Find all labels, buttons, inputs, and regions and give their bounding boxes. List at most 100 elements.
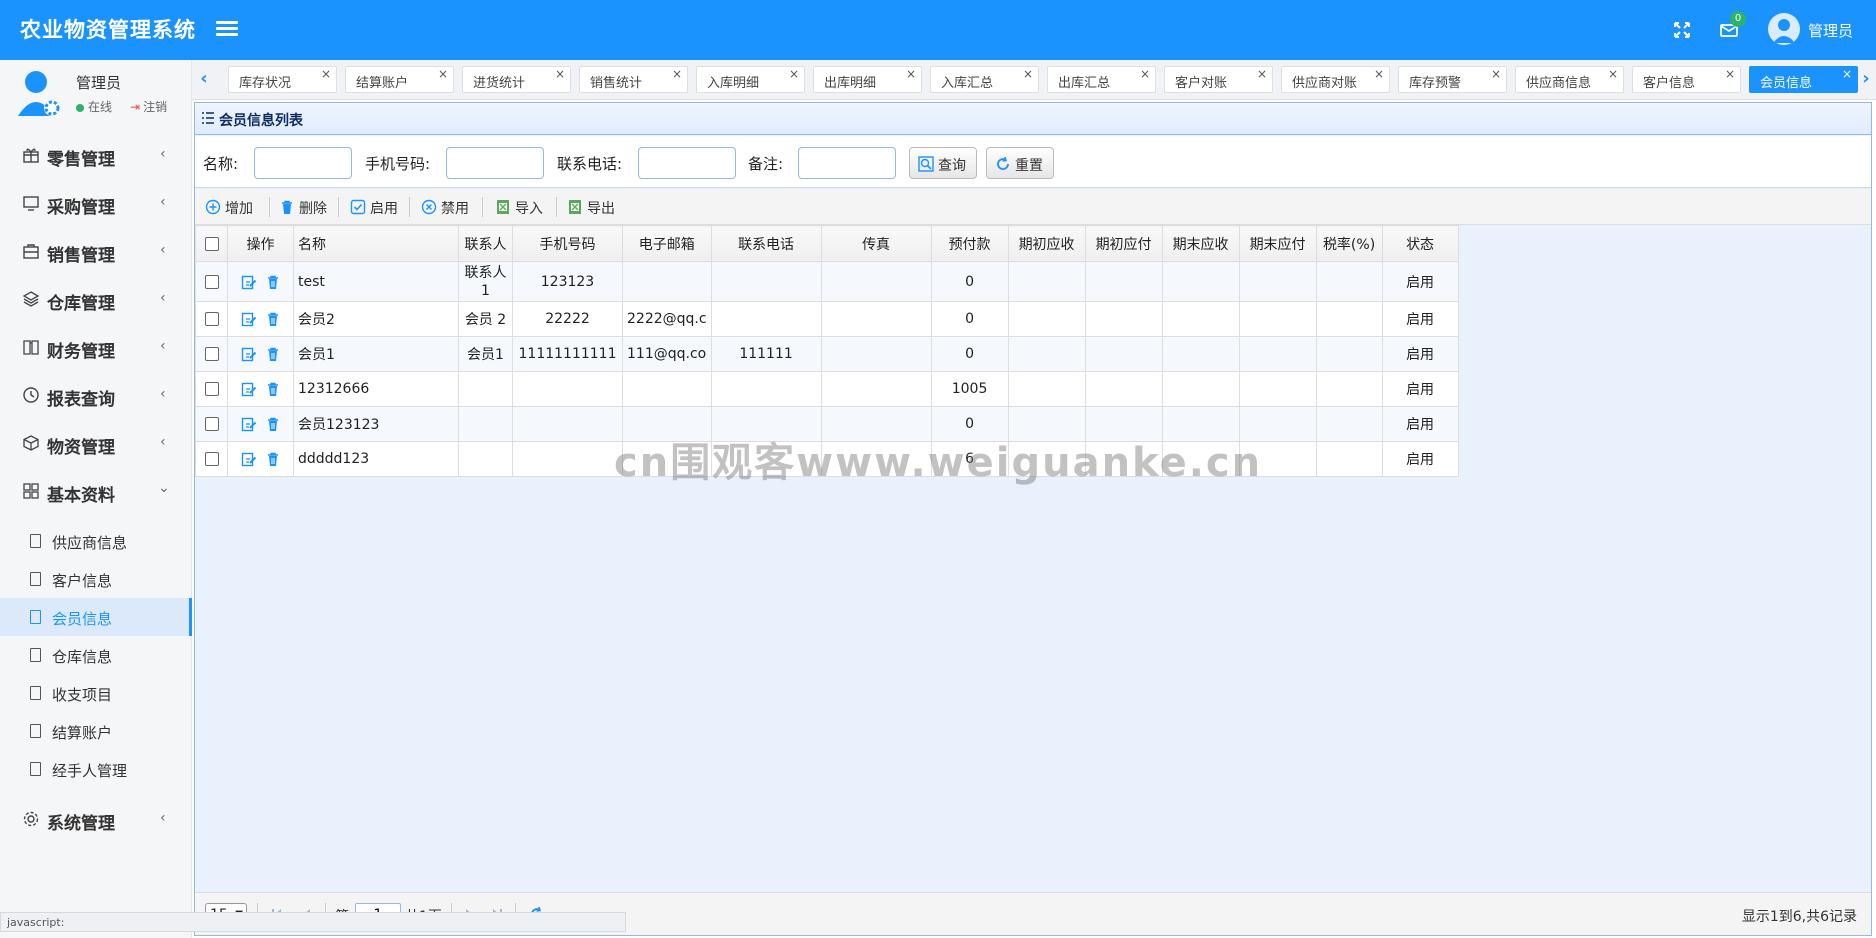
row-select-cell[interactable] bbox=[195, 406, 228, 442]
close-icon[interactable]: × bbox=[906, 67, 916, 81]
trash-icon[interactable] bbox=[265, 346, 281, 362]
tab-inbound-summary[interactable]: 入库汇总 × bbox=[930, 66, 1039, 93]
export-button[interactable]: 导出 bbox=[567, 195, 627, 219]
sidebar-item-warehouse-info[interactable]: 仓库信息 bbox=[0, 636, 192, 674]
header-avatar[interactable] bbox=[1768, 13, 1800, 45]
row-checkbox[interactable] bbox=[204, 274, 219, 289]
nav-warehouse[interactable]: 仓库管理 ‹ bbox=[0, 276, 192, 324]
trash-icon[interactable] bbox=[265, 451, 281, 467]
tab-inbound-detail[interactable]: 入库明细 × bbox=[696, 66, 805, 93]
trash-icon[interactable] bbox=[265, 381, 281, 397]
note-input[interactable] bbox=[798, 147, 896, 179]
nav-system[interactable]: 系统管理 ‹ bbox=[0, 796, 192, 844]
select-all-cell[interactable] bbox=[195, 225, 228, 262]
table-row[interactable]: 会员123123 0 启用 bbox=[195, 406, 1459, 442]
nav-finance[interactable]: 财务管理 ‹ bbox=[0, 324, 192, 372]
edit-icon[interactable] bbox=[241, 274, 257, 290]
trash-icon[interactable] bbox=[265, 311, 281, 327]
cell-begin-receivable bbox=[1007, 301, 1086, 337]
trash-icon[interactable] bbox=[265, 274, 281, 290]
row-checkbox[interactable] bbox=[204, 417, 219, 431]
tab-customer-reconcile[interactable]: 客户对账 × bbox=[1164, 66, 1273, 93]
gear-icon bbox=[23, 811, 39, 827]
close-icon[interactable]: × bbox=[1257, 67, 1267, 81]
delete-button[interactable]: 删除 bbox=[279, 195, 339, 219]
import-button[interactable]: 导入 bbox=[495, 195, 555, 219]
tab-stock-alert[interactable]: 库存预警 × bbox=[1398, 66, 1507, 93]
nav-reports[interactable]: 报表查询 ‹ bbox=[0, 372, 192, 420]
row-checkbox[interactable] bbox=[204, 347, 219, 361]
add-button[interactable]: 增加 bbox=[205, 195, 265, 219]
cell-begin-payable bbox=[1084, 336, 1163, 372]
select-all-checkbox[interactable] bbox=[204, 236, 219, 251]
edit-icon[interactable] bbox=[241, 346, 257, 362]
edit-icon[interactable] bbox=[241, 311, 257, 327]
sidebar-item-supplier[interactable]: 供应商信息 bbox=[0, 522, 192, 560]
table-row[interactable]: 12312666 1005 启用 bbox=[195, 371, 1459, 407]
nav-sales[interactable]: 销售管理 ‹ bbox=[0, 228, 192, 276]
row-select-cell[interactable] bbox=[195, 441, 228, 477]
row-select-cell[interactable] bbox=[195, 261, 228, 302]
nav-basic-data[interactable]: 基本资料 ⌄ bbox=[0, 468, 192, 516]
reset-button[interactable]: 重置 bbox=[986, 147, 1054, 179]
tab-sales-stats[interactable]: 销售统计 × bbox=[579, 66, 688, 93]
tab-scroll-left-icon[interactable]: ‹ bbox=[194, 68, 214, 92]
close-icon[interactable]: × bbox=[1842, 67, 1852, 81]
close-icon[interactable]: × bbox=[438, 67, 448, 81]
tab-purchase-stats[interactable]: 进货统计 × bbox=[462, 66, 571, 93]
close-icon[interactable]: × bbox=[1725, 67, 1735, 81]
row-select-cell[interactable] bbox=[195, 301, 228, 337]
edit-icon[interactable] bbox=[241, 416, 257, 432]
tab-scroll-right-icon[interactable]: › bbox=[1856, 68, 1876, 92]
row-checkbox[interactable] bbox=[204, 312, 219, 326]
close-icon[interactable]: × bbox=[672, 67, 682, 81]
close-icon[interactable]: × bbox=[1140, 67, 1150, 81]
close-icon[interactable]: × bbox=[555, 67, 565, 81]
logout-link[interactable]: ⇥ 注销 bbox=[130, 98, 167, 115]
close-icon[interactable]: × bbox=[1491, 67, 1501, 81]
tab-inventory-status[interactable]: 库存状况 × bbox=[228, 66, 337, 93]
nav-materials[interactable]: 物资管理 ‹ bbox=[0, 420, 192, 468]
header-username[interactable]: 管理员 bbox=[1808, 20, 1853, 41]
edit-icon[interactable] bbox=[241, 381, 257, 397]
mobile-input[interactable] bbox=[446, 147, 544, 179]
sidebar-item-handler[interactable]: 经手人管理 bbox=[0, 750, 192, 788]
disable-button[interactable]: 禁用 bbox=[421, 195, 481, 219]
edit-icon[interactable] bbox=[241, 451, 257, 467]
tab-settlement-account[interactable]: 结算账户 × bbox=[345, 66, 454, 93]
row-select-cell[interactable] bbox=[195, 336, 228, 372]
close-icon[interactable]: × bbox=[321, 67, 331, 81]
close-icon[interactable]: × bbox=[1374, 67, 1384, 81]
trash-icon[interactable] bbox=[265, 416, 281, 432]
phone-input[interactable] bbox=[638, 147, 736, 179]
delete-label: 删除 bbox=[299, 201, 327, 217]
tab-outbound-summary[interactable]: 出库汇总 × bbox=[1047, 66, 1156, 93]
tab-supplier-info[interactable]: 供应商信息 × bbox=[1515, 66, 1624, 93]
row-checkbox[interactable] bbox=[204, 382, 219, 396]
close-icon[interactable]: × bbox=[789, 67, 799, 81]
fullscreen-icon[interactable] bbox=[1670, 18, 1694, 42]
sidebar-item-member[interactable]: 会员信息 bbox=[0, 598, 192, 636]
close-icon[interactable]: × bbox=[1608, 67, 1618, 81]
enable-button[interactable]: 启用 bbox=[350, 195, 410, 219]
tab-member-info[interactable]: 会员信息 × bbox=[1749, 66, 1858, 93]
close-icon[interactable]: × bbox=[1023, 67, 1033, 81]
nav-purchase[interactable]: 采购管理 ‹ bbox=[0, 180, 192, 228]
query-button[interactable]: 查询 bbox=[909, 147, 977, 179]
table-row[interactable]: 会员1 会员1 11111111111 111@qq.co 111111 0 启用 bbox=[195, 336, 1459, 372]
table-row[interactable]: test 联系人1 123123 0 启用 bbox=[195, 261, 1459, 302]
row-select-cell[interactable] bbox=[195, 371, 228, 407]
hamburger-menu-icon[interactable] bbox=[216, 18, 238, 42]
nav-retail[interactable]: 零售管理 ‹ bbox=[0, 132, 192, 180]
table-row[interactable]: 会员2 会员 2 22222 2222@qq.c 0 启用 bbox=[195, 301, 1459, 337]
name-input[interactable] bbox=[254, 147, 352, 179]
sidebar-item-customer[interactable]: 客户信息 bbox=[0, 560, 192, 598]
sidebar-item-settlement-account[interactable]: 结算账户 bbox=[0, 712, 192, 750]
row-checkbox[interactable] bbox=[204, 452, 219, 466]
tab-customer-info[interactable]: 客户信息 × bbox=[1632, 66, 1741, 93]
tab-supplier-reconcile[interactable]: 供应商对账 × bbox=[1281, 66, 1390, 93]
sidebar-item-income-expense[interactable]: 收支项目 bbox=[0, 674, 192, 712]
table-row[interactable]: ddddd123 6 启用 bbox=[195, 441, 1459, 477]
online-dot-icon bbox=[76, 103, 84, 112]
tab-outbound-detail[interactable]: 出库明细 × bbox=[813, 66, 922, 93]
